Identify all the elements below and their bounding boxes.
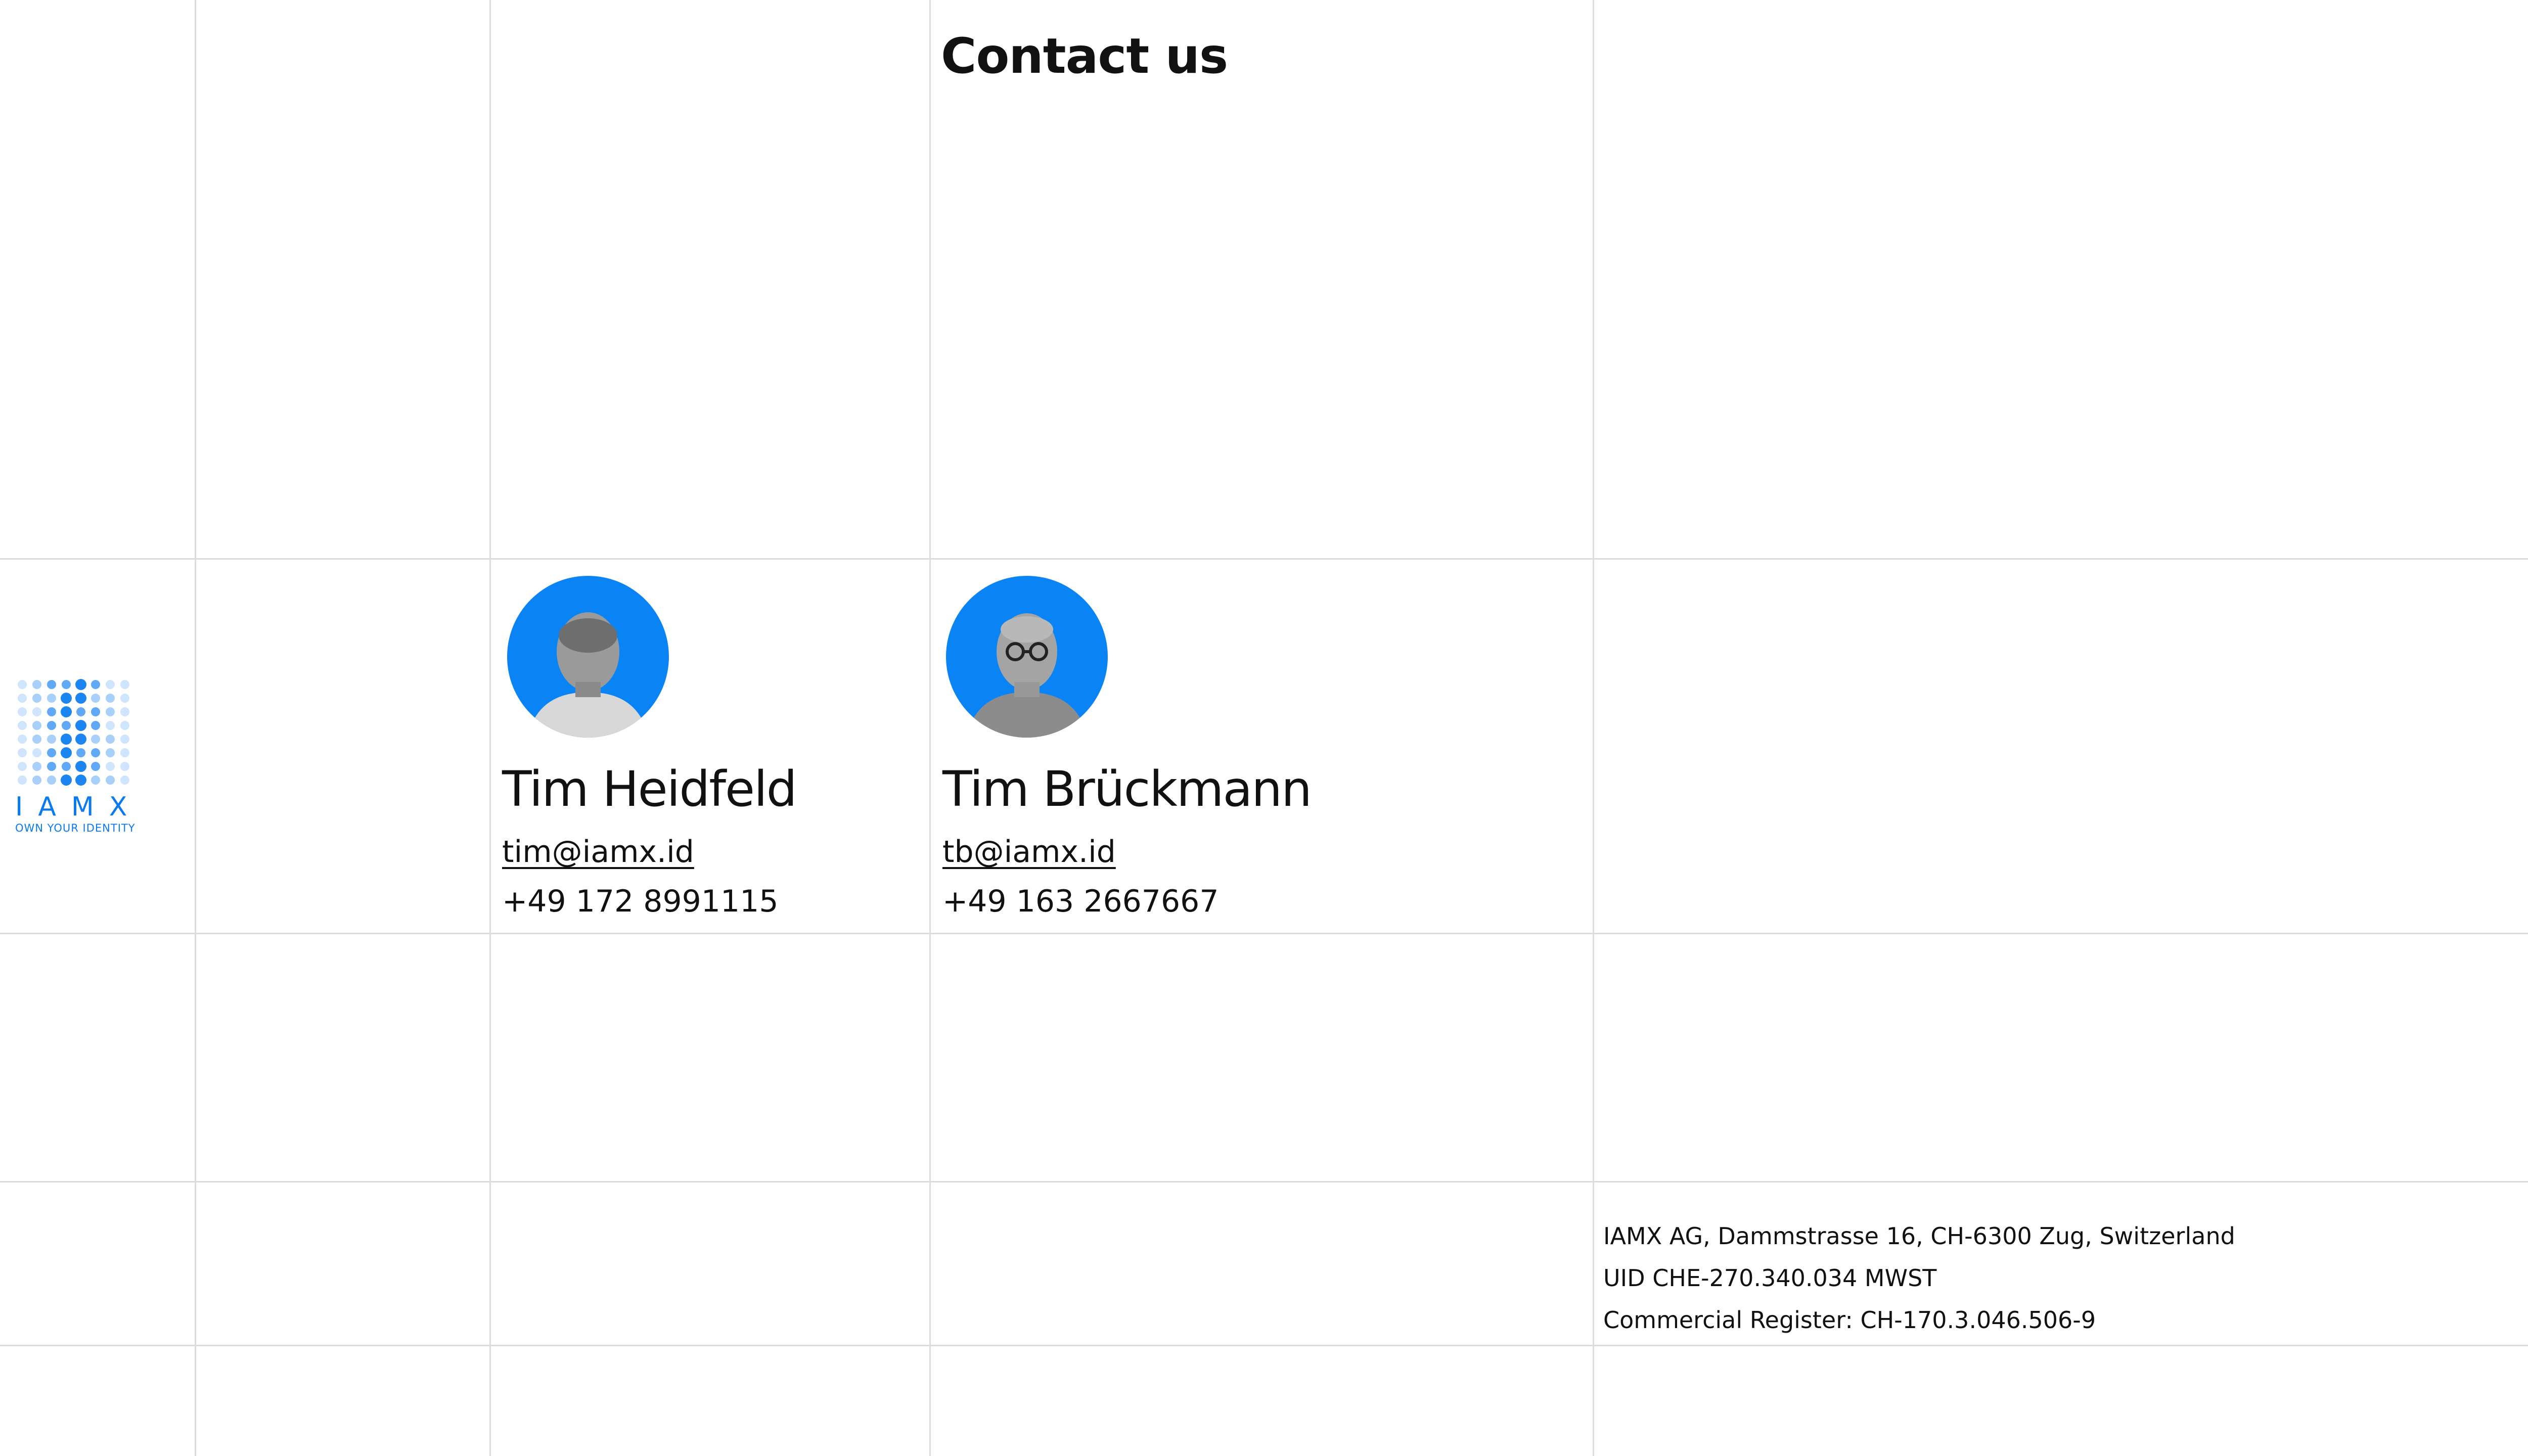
logo-dot — [106, 694, 115, 703]
logo-dot — [18, 694, 27, 703]
logo-dot — [32, 762, 41, 771]
logo-dot — [91, 707, 100, 716]
logo-dot — [47, 762, 56, 771]
logo-dot — [75, 679, 86, 690]
logo-dot — [91, 735, 100, 744]
contact-phone: +49 163 2667667 — [942, 884, 1219, 919]
grid-line-vertical — [1593, 0, 1594, 1456]
logo-dot — [18, 776, 27, 785]
logo-dot — [91, 694, 100, 703]
person-photo-icon — [966, 613, 1088, 738]
logo-dot — [61, 747, 72, 758]
logo-dot — [18, 762, 27, 771]
logo-dot — [32, 707, 41, 716]
contact-phone: +49 172 8991115 — [502, 884, 779, 919]
company-address: IAMX AG, Dammstrasse 16, CH-6300 Zug, Sw… — [1603, 1222, 2235, 1250]
logo-dot — [75, 734, 86, 745]
logo-dot — [47, 680, 56, 689]
logo-dot — [32, 735, 41, 744]
logo-dot — [76, 707, 85, 716]
logo-dot — [75, 693, 86, 704]
grid-line-vertical — [489, 0, 491, 1456]
logo-dot — [120, 694, 129, 703]
logo-dot — [91, 776, 100, 785]
logo-dot — [91, 748, 100, 757]
contact-email-link[interactable]: tb@iamx.id — [942, 834, 1116, 870]
logo-dot — [62, 721, 71, 730]
logo-dot — [106, 707, 115, 716]
logo-dot — [61, 706, 72, 717]
logo-dot — [18, 680, 27, 689]
grid-line-horizontal — [0, 1181, 2528, 1182]
logo-dot — [120, 721, 129, 730]
grid-line-vertical — [195, 0, 196, 1456]
logo-dot — [47, 776, 56, 785]
grid-line-vertical — [929, 0, 931, 1456]
logo-dot — [75, 761, 86, 772]
person-photo-icon — [527, 612, 649, 738]
logo-dot — [120, 680, 129, 689]
page-title: Contact us — [941, 28, 1228, 84]
logo-dot — [47, 707, 56, 716]
contact-name: Tim Brückmann — [942, 761, 1312, 817]
logo-dot — [106, 735, 115, 744]
logo-dot — [32, 748, 41, 757]
logo-dot — [47, 735, 56, 744]
logo-dot — [47, 694, 56, 703]
logo-dot — [91, 762, 100, 771]
logo-dot — [76, 748, 85, 757]
logo-dot — [32, 680, 41, 689]
logo-dot — [18, 707, 27, 716]
logo-dot — [106, 721, 115, 730]
iamx-logo: IAMX OWN YOUR IDENTITY — [15, 677, 142, 834]
logo-dot — [47, 721, 56, 730]
logo-dot — [32, 776, 41, 785]
company-register: Commercial Register: CH-170.3.046.506-9 — [1603, 1306, 2096, 1334]
logo-dot — [91, 721, 100, 730]
grid-line-horizontal — [0, 933, 2528, 934]
logo-dot — [120, 707, 129, 716]
contact-email-link[interactable]: tim@iamx.id — [502, 834, 694, 870]
logo-dot — [106, 680, 115, 689]
logo-dot — [120, 748, 129, 757]
contact-name: Tim Heidfeld — [502, 761, 797, 817]
iamx-logo-icon — [18, 679, 129, 786]
company-uid: UID CHE-270.340.034 MWST — [1603, 1264, 1937, 1292]
logo-tagline: OWN YOUR IDENTITY — [15, 822, 136, 834]
logo-dot — [18, 721, 27, 730]
grid-line-horizontal — [0, 1345, 2528, 1346]
logo-dot — [62, 762, 71, 771]
logo-dot — [120, 735, 129, 744]
logo-dot — [61, 693, 72, 704]
logo-dot — [75, 720, 86, 731]
logo-dot — [47, 748, 56, 757]
logo-dot — [106, 748, 115, 757]
logo-dot — [62, 680, 71, 689]
logo-dot — [120, 762, 129, 771]
logo-dot — [120, 776, 129, 785]
logo-dot — [61, 775, 72, 786]
logo-dot — [61, 734, 72, 745]
grid-line-horizontal — [0, 558, 2528, 560]
avatar — [946, 576, 1108, 738]
logo-dot — [18, 748, 27, 757]
logo-dot — [18, 735, 27, 744]
logo-dot — [106, 776, 115, 785]
logo-dot — [75, 775, 86, 786]
logo-dot — [91, 680, 100, 689]
logo-dot — [106, 762, 115, 771]
logo-dot — [32, 721, 41, 730]
logo-dot — [32, 694, 41, 703]
avatar — [507, 576, 669, 738]
logo-wordmark: IAMX — [15, 792, 143, 822]
